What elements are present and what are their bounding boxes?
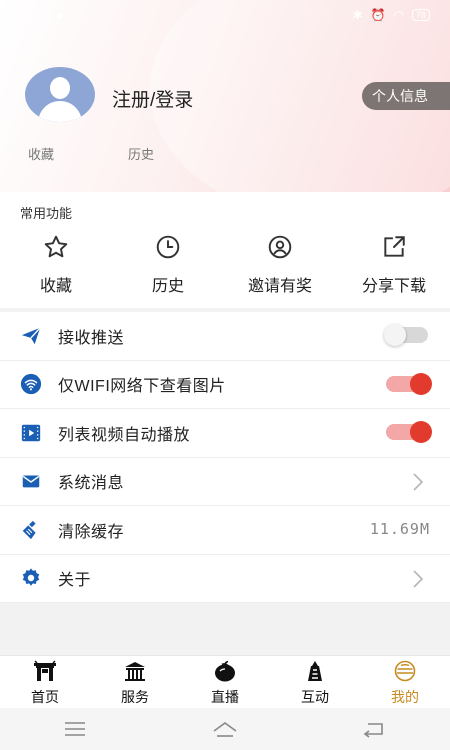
quick-link-history[interactable]: 历史 xyxy=(128,144,154,163)
setting-label: 关于 xyxy=(58,572,92,590)
profile-icon xyxy=(394,660,416,682)
video-icon xyxy=(21,424,41,441)
share-icon xyxy=(384,236,405,257)
wifi-icon xyxy=(20,374,42,395)
home-icon[interactable] xyxy=(212,720,238,738)
tab-label: 我的 xyxy=(391,689,419,705)
quick-link-favorites[interactable]: 收藏 xyxy=(28,144,54,163)
personal-info-button[interactable]: 个人信息 xyxy=(362,82,450,110)
tab-service[interactable]: 服务 xyxy=(90,656,180,708)
wifi-status-icon: ◠ xyxy=(393,8,404,22)
bluetooth-icon: ✱ xyxy=(352,8,363,22)
setting-wifi-images[interactable]: 仅WIFI网络下查看图片 xyxy=(0,361,450,409)
login-register-link[interactable]: 注册/登录 xyxy=(112,85,193,112)
wifi-images-toggle[interactable] xyxy=(386,372,432,395)
tab-live[interactable]: 直播 xyxy=(180,656,270,708)
common-functions-card: 常用功能 收藏 历史 邀请有奖 分享下载 xyxy=(0,192,450,308)
tab-mine[interactable]: 我的 xyxy=(360,656,450,708)
status-time: 10:25 xyxy=(20,8,51,22)
tab-interact[interactable]: 互动 xyxy=(270,656,360,708)
chevron-right-icon xyxy=(413,472,424,491)
tab-label: 首页 xyxy=(31,689,59,705)
common-functions-title: 常用功能 xyxy=(20,206,73,221)
function-share[interactable]: 分享下载 xyxy=(338,234,450,296)
clock-icon xyxy=(156,235,180,259)
push-toggle[interactable] xyxy=(384,324,428,346)
gate-icon xyxy=(34,660,56,681)
send-icon xyxy=(21,327,41,344)
function-label: 历史 xyxy=(151,278,184,295)
setting-autoplay[interactable]: 列表视频自动播放 xyxy=(0,409,450,458)
autoplay-toggle[interactable] xyxy=(386,421,432,443)
function-favorites[interactable]: 收藏 xyxy=(0,234,112,296)
setting-label: 清除缓存 xyxy=(58,523,125,541)
broom-icon xyxy=(22,520,36,539)
setting-push[interactable]: 接收推送 xyxy=(0,312,450,361)
function-label: 邀请有奖 xyxy=(247,278,312,295)
function-label: 分享下载 xyxy=(361,278,426,295)
alarm-icon: ⏰ xyxy=(370,8,386,22)
setting-label: 仅WIFI网络下查看图片 xyxy=(58,378,226,396)
fruit-icon xyxy=(215,660,235,682)
function-invite[interactable]: 邀请有奖 xyxy=(224,234,336,296)
menu-icon[interactable] xyxy=(62,720,88,738)
tab-home[interactable]: 首页 xyxy=(0,656,90,708)
bottom-tab-bar: 首页 服务 直播 互动 我的 xyxy=(0,655,450,708)
function-label: 收藏 xyxy=(39,278,72,295)
star-icon xyxy=(44,235,68,258)
cache-size: 11.69M xyxy=(369,520,430,538)
avatar[interactable] xyxy=(25,67,95,122)
back-icon[interactable] xyxy=(362,720,388,738)
battery-indicator: 78 xyxy=(411,9,430,21)
user-circle-icon xyxy=(268,235,292,259)
chevron-right-icon xyxy=(413,569,424,588)
setting-about[interactable]: 关于 xyxy=(0,555,450,603)
setting-messages[interactable]: 系统消息 xyxy=(0,458,450,506)
tab-label: 互动 xyxy=(301,689,329,705)
tab-label: 服务 xyxy=(121,689,149,705)
building-icon xyxy=(125,662,145,681)
notification-icon: ● xyxy=(56,8,64,22)
system-navigation-bar xyxy=(0,708,450,750)
gear-icon xyxy=(22,568,40,587)
setting-clear-cache[interactable]: 清除缓存 11.69M xyxy=(0,506,450,555)
setting-label: 列表视频自动播放 xyxy=(58,426,191,444)
function-history[interactable]: 历史 xyxy=(112,234,224,296)
tab-label: 直播 xyxy=(211,689,239,705)
tower-icon xyxy=(308,661,322,681)
mail-icon xyxy=(22,475,40,488)
status-bar: 10:25 ● ✱ ⏰ ◠ 78 xyxy=(0,0,450,30)
setting-label: 接收推送 xyxy=(58,329,125,347)
setting-label: 系统消息 xyxy=(58,475,125,493)
settings-list: 接收推送 仅WIFI网络下查看图片 列表视频自动播放 系统消息 清除缓存 11.… xyxy=(0,312,450,603)
